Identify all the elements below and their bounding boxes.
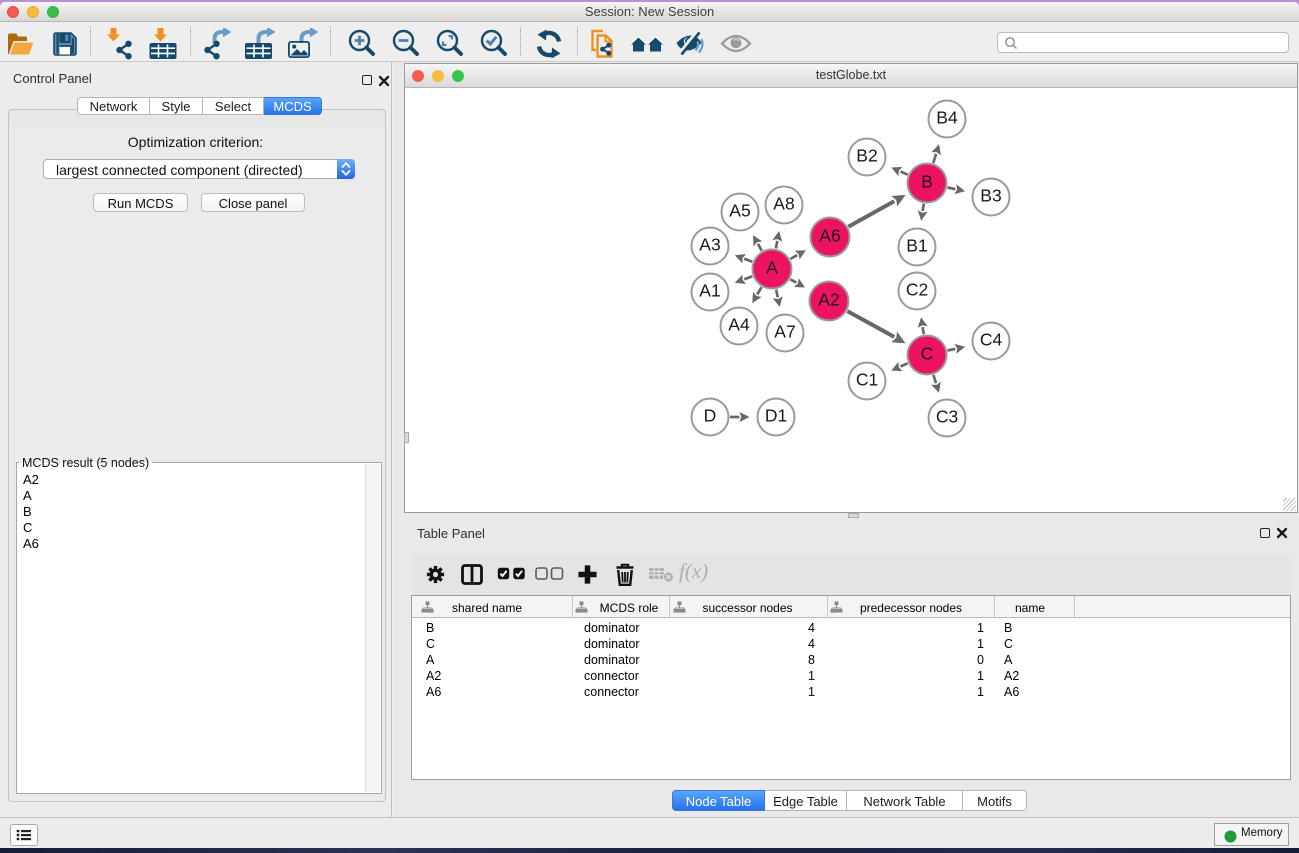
svg-text:C4: C4 bbox=[980, 330, 1003, 350]
svg-text:A: A bbox=[766, 258, 778, 278]
svg-text:A3: A3 bbox=[699, 235, 720, 255]
svg-text:C3: C3 bbox=[936, 407, 958, 427]
svg-text:A2: A2 bbox=[818, 290, 839, 310]
svg-text:B1: B1 bbox=[906, 236, 927, 256]
svg-text:B2: B2 bbox=[856, 146, 877, 166]
svg-text:C: C bbox=[921, 344, 934, 364]
svg-text:D: D bbox=[704, 406, 717, 426]
svg-text:B: B bbox=[921, 172, 933, 192]
svg-text:A7: A7 bbox=[774, 322, 795, 342]
svg-text:C1: C1 bbox=[856, 370, 878, 390]
svg-text:A8: A8 bbox=[773, 194, 794, 214]
svg-text:B4: B4 bbox=[936, 108, 958, 128]
svg-text:A1: A1 bbox=[699, 281, 720, 301]
svg-text:A5: A5 bbox=[729, 201, 750, 221]
svg-text:A6: A6 bbox=[819, 226, 840, 246]
svg-text:D1: D1 bbox=[765, 406, 787, 426]
svg-text:A4: A4 bbox=[728, 315, 750, 335]
svg-text:C2: C2 bbox=[906, 280, 928, 300]
svg-text:B3: B3 bbox=[980, 186, 1001, 206]
